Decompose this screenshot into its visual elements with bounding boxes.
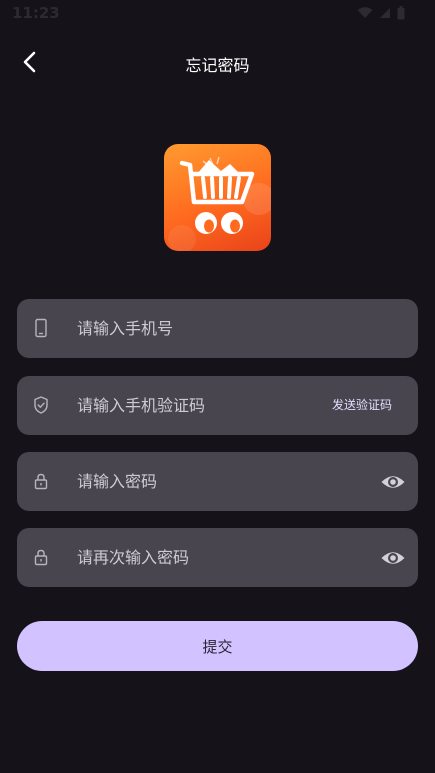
shopping-cart-icon (168, 156, 271, 251)
phone-field (17, 299, 418, 358)
page-title: 忘记密码 (185, 56, 250, 75)
signal-icon (380, 8, 390, 18)
phone-icon (35, 318, 47, 338)
confirm-password-input[interactable] (77, 528, 337, 587)
toggle-password-visibility-button[interactable] (380, 469, 406, 495)
phone-input[interactable] (77, 299, 337, 358)
lock-icon (34, 473, 48, 490)
code-field: 发送验证码 (17, 376, 418, 435)
battery-icon (397, 6, 405, 20)
wifi-icon (357, 7, 373, 18)
submit-button[interactable]: 提交 (17, 621, 418, 671)
toggle-confirm-password-visibility-button[interactable] (380, 545, 406, 571)
confirm-password-field (17, 528, 418, 587)
status-bar: 11:23 (0, 0, 435, 28)
eye-icon (381, 476, 405, 488)
app-logo (164, 144, 271, 251)
status-time: 11:23 (12, 4, 60, 22)
header: 忘记密码 (0, 40, 435, 84)
eye-icon (381, 552, 405, 564)
shield-icon (34, 396, 48, 414)
code-input[interactable] (77, 376, 337, 435)
send-code-button[interactable]: 发送验证码 (332, 396, 392, 413)
password-input[interactable] (77, 452, 337, 511)
lock-icon (34, 549, 48, 566)
password-field (17, 452, 418, 511)
status-icons (357, 6, 405, 20)
